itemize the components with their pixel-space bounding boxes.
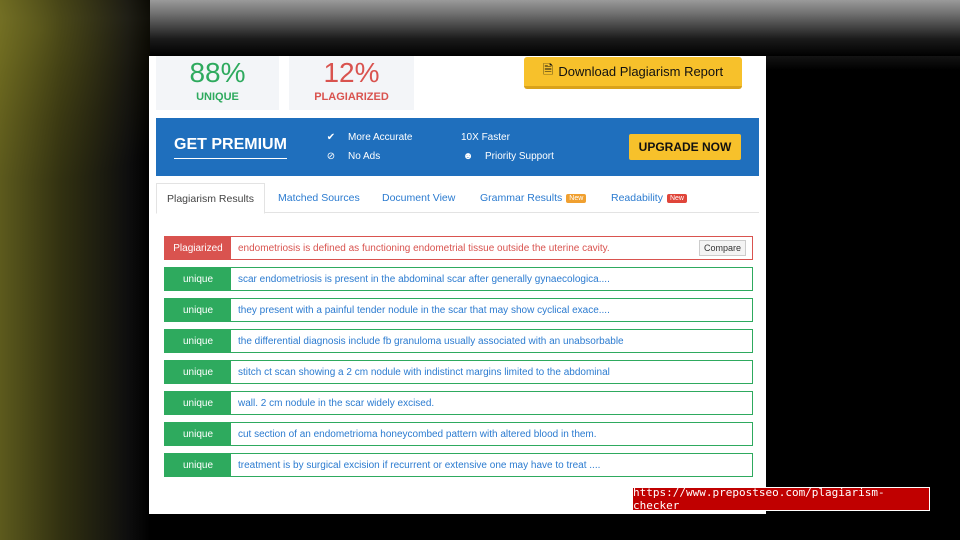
premium-title: GET PREMIUM [174, 136, 287, 159]
result-status: unique [165, 454, 231, 476]
source-url-caption: https://www.prepostseo.com/plagiarism-ch… [632, 486, 930, 512]
unique-percent: 88% [189, 57, 246, 88]
new-badge: New [566, 193, 587, 203]
results-tabs: Plagiarism Results Matched Sources Docum… [156, 183, 759, 214]
upgrade-now-button[interactable]: UPGRADE NOW [629, 134, 741, 160]
feature-label: No Ads [348, 151, 381, 162]
tab-label: Grammar Results [480, 192, 563, 204]
result-status: unique [165, 268, 231, 290]
result-text: wall. 2 cm nodule in the scar widely exc… [238, 397, 435, 409]
tab-plagiarism-results[interactable]: Plagiarism Results [156, 183, 265, 214]
result-text: treatment is by surgical excision if rec… [238, 459, 601, 471]
result-text: they present with a painful tender nodul… [238, 304, 610, 316]
result-text: endometriosis is defined as functioning … [238, 242, 610, 254]
result-row: unique the differential diagnosis includ… [164, 329, 753, 353]
tab-label: Document View [382, 192, 456, 204]
feature-faster: 10X Faster [461, 132, 510, 143]
no-ads-icon: ⊘ [326, 151, 336, 162]
result-text: scar endometriosis is present in the abd… [238, 273, 610, 285]
users-icon: ☻ [462, 151, 474, 162]
feature-label: More Accurate [348, 132, 413, 143]
plagiarized-stat-card: 12% PLAGIARIZED [289, 56, 414, 110]
feature-label: 10X Faster [461, 132, 510, 143]
feature-more-accurate: ✔ More Accurate [324, 132, 413, 143]
feature-no-ads: ⊘ No Ads [324, 151, 380, 162]
result-status: unique [165, 361, 231, 383]
feature-priority-support: ☻ Priority Support [461, 151, 554, 162]
result-status: unique [165, 330, 231, 352]
result-status: unique [165, 299, 231, 321]
plagiarized-percent: 12% [323, 57, 380, 88]
result-status: unique [165, 423, 231, 445]
result-row: unique cut section of an endometrioma ho… [164, 422, 753, 446]
result-row: Plagiarized endometriosis is defined as … [164, 236, 753, 260]
tab-grammar-results[interactable]: Grammar Results New [470, 183, 596, 213]
tab-document-view[interactable]: Document View [372, 183, 465, 213]
unique-label: UNIQUE [196, 91, 239, 103]
tab-label: Plagiarism Results [167, 192, 254, 205]
plagiarized-label: PLAGIARIZED [314, 91, 389, 103]
check-icon: ✔ [326, 132, 336, 143]
result-text: cut section of an endometrioma honeycomb… [238, 428, 597, 440]
tab-readability[interactable]: Readability New [601, 183, 697, 213]
result-row: unique scar endometriosis is present in … [164, 267, 753, 291]
download-report-button[interactable]: 🗎 Download Plagiarism Report [524, 57, 742, 89]
tab-label: Readability [611, 192, 663, 204]
tab-label: Matched Sources [278, 192, 360, 204]
new-badge: New [666, 193, 687, 203]
feature-label: Priority Support [485, 151, 554, 162]
unique-stat-card: 88% UNIQUE [156, 56, 279, 110]
result-text: stitch ct scan showing a 2 cm nodule wit… [238, 366, 610, 378]
result-row: unique they present with a painful tende… [164, 298, 753, 322]
download-report-label: Download Plagiarism Report [558, 64, 724, 79]
result-text: the differential diagnosis include fb gr… [238, 335, 624, 347]
result-row: unique stitch ct scan showing a 2 cm nod… [164, 360, 753, 384]
compare-button[interactable]: Compare [698, 240, 746, 256]
slide-backdrop-left [0, 0, 150, 540]
slide-backdrop-top [150, 0, 960, 56]
result-status: unique [165, 392, 231, 414]
tab-matched-sources[interactable]: Matched Sources [268, 183, 370, 213]
result-row: unique wall. 2 cm nodule in the scar wid… [164, 391, 753, 415]
plagiarism-checker-panel: 88% UNIQUE 12% PLAGIARIZED 🗎 Download Pl… [149, 56, 766, 514]
document-icon: 🗎 [542, 61, 554, 77]
premium-banner: GET PREMIUM ✔ More Accurate ⊘ No Ads 10X… [156, 118, 759, 176]
result-status: Plagiarized [165, 237, 231, 259]
result-row: unique treatment is by surgical excision… [164, 453, 753, 477]
